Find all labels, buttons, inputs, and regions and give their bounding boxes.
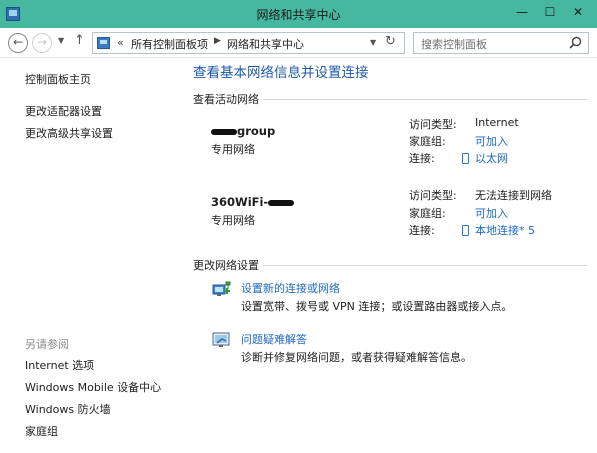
title-bar: 网络和共享中心 — ☐ ✕ [0, 0, 597, 28]
section-divider [263, 265, 587, 266]
access-type-label: 访问类型: [409, 189, 457, 202]
search-icon[interactable] [569, 36, 582, 49]
local-connection-link[interactable]: 本地连接* 5 [462, 222, 535, 238]
new-connection-icon [212, 281, 231, 296]
connection-label: 连接: [409, 224, 435, 237]
homegroup-join-link[interactable]: 可加入 [475, 205, 508, 221]
breadcrumb-network-center[interactable]: 网络和共享中心 [227, 36, 304, 52]
back-button[interactable]: ← [8, 33, 28, 53]
search-box[interactable]: 搜索控制面板 [413, 32, 589, 54]
ethernet-connection-label[interactable]: 以太网 [475, 152, 508, 165]
network-type-2: 专用网络 [211, 214, 255, 227]
see-also-internet-options[interactable]: Internet 选项 [25, 357, 94, 373]
ethernet-connection-link[interactable]: 以太网 [462, 150, 508, 166]
breadcrumb-separator[interactable]: ▶ [214, 36, 221, 46]
forward-button[interactable]: → [32, 33, 52, 53]
change-settings-heading: 更改网络设置 [193, 259, 259, 272]
see-also-homegroup[interactable]: 家庭组 [25, 423, 58, 439]
minimize-button[interactable]: — [508, 2, 536, 22]
sidebar-item-change-adapter[interactable]: 更改适配器设置 [25, 103, 102, 119]
active-networks-heading: 查看活动网络 [193, 93, 259, 106]
search-placeholder[interactable]: 搜索控制面板 [421, 36, 487, 52]
redacted-mark [211, 128, 237, 135]
connection-label: 连接: [409, 152, 435, 165]
breadcrumb-all-items[interactable]: 所有控制面板项 [131, 36, 208, 52]
homegroup-label: 家庭组: [409, 135, 446, 148]
ethernet-icon [462, 153, 469, 164]
local-connection-label[interactable]: 本地连接* 5 [475, 224, 535, 237]
see-also-firewall[interactable]: Windows 防火墙 [25, 401, 111, 417]
page-title: 查看基本网络信息并设置连接 [193, 65, 369, 81]
maximize-button[interactable]: ☐ [536, 2, 564, 22]
setup-new-connection-desc: 设置宽带、拨号或 VPN 连接；或设置路由器或接入点。 [241, 300, 513, 313]
redacted-mark [268, 199, 295, 206]
setup-new-connection-link[interactable]: 设置新的连接或网络 [241, 280, 340, 296]
address-dropdown-icon[interactable]: ▼ [370, 38, 376, 47]
troubleshoot-link[interactable]: 问题疑难解答 [241, 331, 307, 347]
homegroup-label: 家庭组: [409, 207, 446, 220]
see-also-heading: 另请参阅 [25, 338, 69, 351]
network-name-1: group [211, 124, 275, 138]
sidebar-item-control-panel-home[interactable]: 控制面板主页 [25, 71, 91, 87]
sidebar-item-advanced-sharing[interactable]: 更改高级共享设置 [25, 125, 113, 141]
troubleshoot-icon [212, 332, 230, 347]
refresh-icon[interactable]: ↻ [385, 34, 396, 49]
access-type-value: Internet [475, 116, 519, 129]
breadcrumb-overflow[interactable]: « [117, 36, 124, 49]
close-button[interactable]: ✕ [564, 2, 592, 22]
navigation-bar: ← → ▼ ↑ « 所有控制面板项 ▶ 网络和共享中心 ▼ ↻ 搜索控制面板 [0, 28, 597, 58]
section-divider [263, 99, 587, 100]
homegroup-join-link[interactable]: 可加入 [475, 133, 508, 149]
access-type-label: 访问类型: [409, 118, 457, 131]
address-bar[interactable]: « 所有控制面板项 ▶ 网络和共享中心 ▼ ↻ [92, 32, 405, 54]
control-panel-icon [97, 37, 110, 49]
network-type-1: 专用网络 [211, 143, 255, 156]
network-name-suffix: group [237, 124, 276, 138]
network-name-prefix: 360WiFi- [211, 195, 269, 209]
troubleshoot-desc: 诊断并修复网络问题，或者获得疑难解答信息。 [241, 351, 472, 364]
adapter-icon [462, 225, 469, 236]
recent-pages-dropdown[interactable]: ▼ [58, 36, 64, 45]
see-also-windows-mobile[interactable]: Windows Mobile 设备中心 [25, 379, 161, 395]
access-type-value: 无法连接到网络 [475, 189, 552, 202]
network-name-2: 360WiFi- [211, 195, 295, 209]
up-button[interactable]: ↑ [74, 33, 85, 48]
